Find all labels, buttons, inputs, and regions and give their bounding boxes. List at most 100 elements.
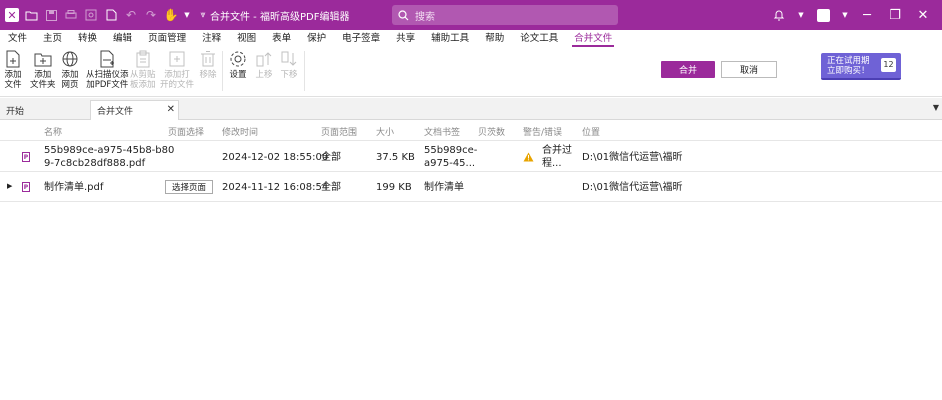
move-up-button[interactable]: 上移: [255, 50, 273, 80]
col-size[interactable]: 大小: [376, 125, 394, 138]
doc-bookmark: 制作清单: [424, 182, 464, 193]
add-from-scanner-label: 从扫描仪添 加PDF文件: [86, 70, 129, 90]
close-icon[interactable]: ✕: [167, 104, 175, 115]
hand-tool-icon[interactable]: ✋: [163, 7, 179, 23]
menu-merge-files[interactable]: 合并文件: [566, 30, 620, 47]
remove-button[interactable]: 移除: [199, 50, 217, 80]
add-webpage-button[interactable]: 添加 网页: [61, 50, 79, 90]
file-size: 199 KB: [376, 182, 412, 193]
warning-icon: [523, 152, 534, 162]
chevron-down-icon[interactable]: ▼: [798, 6, 804, 24]
col-warning[interactable]: 警告/错误: [523, 125, 562, 138]
chevron-down-icon[interactable]: ▼: [183, 7, 191, 23]
table-row[interactable]: P 55b989ce-a975-45b8-b80 9-7c8cb28df888.…: [0, 142, 942, 172]
search-icon: [398, 9, 409, 20]
col-page-label[interactable]: 贝茨数: [478, 125, 505, 138]
menu-accessibility[interactable]: 辅助工具: [423, 30, 477, 47]
settings-button[interactable]: 设置: [229, 50, 247, 80]
col-page-range[interactable]: 页面范围: [321, 125, 357, 138]
pdf-file-icon: P: [22, 182, 30, 192]
menu-organize[interactable]: 页面管理: [140, 30, 194, 47]
print-icon[interactable]: [63, 7, 79, 23]
move-down-button[interactable]: 下移: [280, 50, 298, 80]
restore-icon[interactable]: ❐: [886, 6, 904, 24]
menu-comment[interactable]: 注释: [194, 30, 229, 47]
pdf-file-icon: P: [22, 152, 30, 162]
col-modified[interactable]: 修改时间: [222, 125, 258, 138]
customize-toolbar-icon[interactable]: ⩔: [195, 7, 211, 23]
add-file-button[interactable]: 添加 文件: [4, 50, 22, 90]
doc-bookmark: 55b989ce- a975-45...: [424, 145, 478, 169]
chevron-down-icon[interactable]: ▼: [842, 6, 848, 24]
add-folder-label: 添加 文件夹: [30, 70, 56, 90]
avatar[interactable]: [814, 6, 832, 24]
close-icon[interactable]: ✕: [914, 6, 932, 24]
col-page-select[interactable]: 页面选择: [168, 125, 204, 138]
add-file-label: 添加 文件: [4, 70, 22, 90]
col-doc-bookmark[interactable]: 文档书签: [424, 125, 460, 138]
ribbon-divider: [222, 51, 223, 91]
move-up-label: 上移: [255, 70, 273, 80]
add-from-clipboard-label: 从剪贴 板添加: [130, 70, 156, 90]
file-location: D:\01微信代运营\福昕: [582, 152, 683, 163]
expand-arrow-icon[interactable]: ▶: [7, 182, 12, 190]
move-up-icon: [256, 52, 272, 67]
save-icon[interactable]: [43, 7, 59, 23]
redo-icon[interactable]: ↷: [143, 7, 159, 23]
new-document-icon[interactable]: [103, 7, 119, 23]
page-range: 全部: [321, 152, 341, 163]
file-name: 55b989ce-a975-45b8-b80 9-7c8cb28df888.pd…: [44, 145, 175, 169]
minimize-icon[interactable]: ─: [858, 6, 876, 24]
add-from-clipboard-button[interactable]: 从剪贴 板添加: [130, 50, 156, 90]
menu-home[interactable]: 主页: [35, 30, 70, 47]
open-folder-icon[interactable]: [23, 7, 39, 23]
tab-start[interactable]: 开始: [0, 100, 88, 120]
scan-icon[interactable]: [83, 7, 99, 23]
cancel-button[interactable]: 取消: [721, 61, 777, 78]
col-name[interactable]: 名称: [44, 125, 62, 138]
foxit-logo-icon[interactable]: ✕: [5, 8, 19, 22]
merge-button[interactable]: 合并: [661, 61, 715, 78]
file-size: 37.5 KB: [376, 152, 415, 163]
add-open-files-label: 添加打 开的文件: [160, 70, 195, 90]
search-placeholder: 搜索: [415, 11, 435, 23]
menu-protect[interactable]: 保护: [299, 30, 334, 47]
file-location: D:\01微信代运营\福昕: [582, 182, 683, 193]
table-row[interactable]: ▶ P 制作清单.pdf 选择页面 2024-11-12 16:08:54 全部…: [0, 172, 942, 202]
trial-days-counter: 12: [881, 58, 896, 72]
settings-label: 设置: [229, 70, 247, 80]
move-down-label: 下移: [280, 70, 298, 80]
warning-text: 合并过 程...: [542, 145, 572, 169]
add-folder-button[interactable]: 添加 文件夹: [30, 50, 56, 90]
trial-purchase-badge[interactable]: 正在试用期 立即购买！ 12: [821, 53, 901, 80]
menu-form[interactable]: 表单: [264, 30, 299, 47]
menu-view[interactable]: 视图: [229, 30, 264, 47]
search-input[interactable]: 搜索: [392, 5, 618, 25]
document-tab-bar: 开始 合并文件 ✕ ▼: [0, 98, 942, 120]
menu-convert[interactable]: 转换: [70, 30, 105, 47]
clipboard-icon: [136, 50, 150, 68]
add-folder-icon: [34, 53, 52, 67]
add-open-files-button[interactable]: 添加打 开的文件: [160, 50, 194, 90]
tab-merge-files[interactable]: 合并文件 ✕: [90, 100, 179, 120]
move-down-icon: [281, 51, 297, 66]
bell-icon[interactable]: [770, 6, 788, 24]
col-location[interactable]: 位置: [582, 125, 600, 138]
trash-icon: [201, 51, 215, 67]
add-from-scanner-button[interactable]: 从扫描仪添 加PDF文件: [86, 50, 129, 90]
menu-e-signature[interactable]: 电子签章: [334, 30, 388, 47]
window-title: 合并文件 - 福昕高级PDF编辑器: [210, 12, 350, 23]
menu-file[interactable]: 文件: [0, 30, 35, 47]
menu-thesis-tools[interactable]: 论文工具: [512, 30, 566, 47]
chevron-down-icon[interactable]: ▼: [933, 103, 939, 112]
menu-share[interactable]: 共享: [388, 30, 423, 47]
select-pages-button[interactable]: 选择页面: [165, 180, 214, 194]
globe-icon: [62, 51, 78, 67]
undo-icon[interactable]: ↶: [123, 7, 139, 23]
open-files-icon: [169, 51, 185, 67]
menu-edit[interactable]: 编辑: [105, 30, 140, 47]
remove-label: 移除: [199, 70, 217, 80]
page-range: 全部: [321, 182, 341, 193]
tab-start-label: 开始: [6, 106, 25, 117]
menu-help[interactable]: 帮助: [477, 30, 512, 47]
